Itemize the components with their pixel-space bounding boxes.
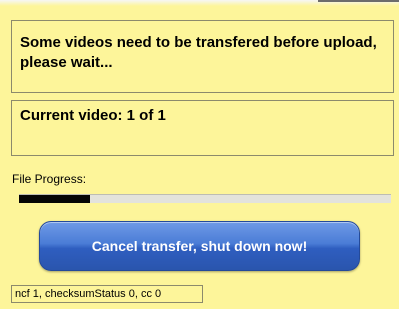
window-top-edge [0, 0, 399, 6]
file-progress-label: File Progress: [12, 172, 87, 186]
cancel-transfer-button[interactable]: Cancel transfer, shut down now! [39, 221, 360, 271]
current-video-box: Current video: 1 of 1 [11, 100, 394, 156]
transfer-message-text: Some videos need to be transfered before… [20, 34, 377, 71]
cancel-transfer-button-label: Cancel transfer, shut down now! [91, 238, 308, 254]
current-video-text: Current video: 1 of 1 [20, 107, 166, 124]
file-progress-bar [19, 194, 391, 203]
file-progress-fill [19, 195, 90, 203]
status-readout: ncf 1, checksumStatus 0, cc 0 [11, 285, 203, 303]
transfer-message-box: Some videos need to be transfered before… [11, 20, 394, 93]
window-top-line [318, 0, 399, 2]
